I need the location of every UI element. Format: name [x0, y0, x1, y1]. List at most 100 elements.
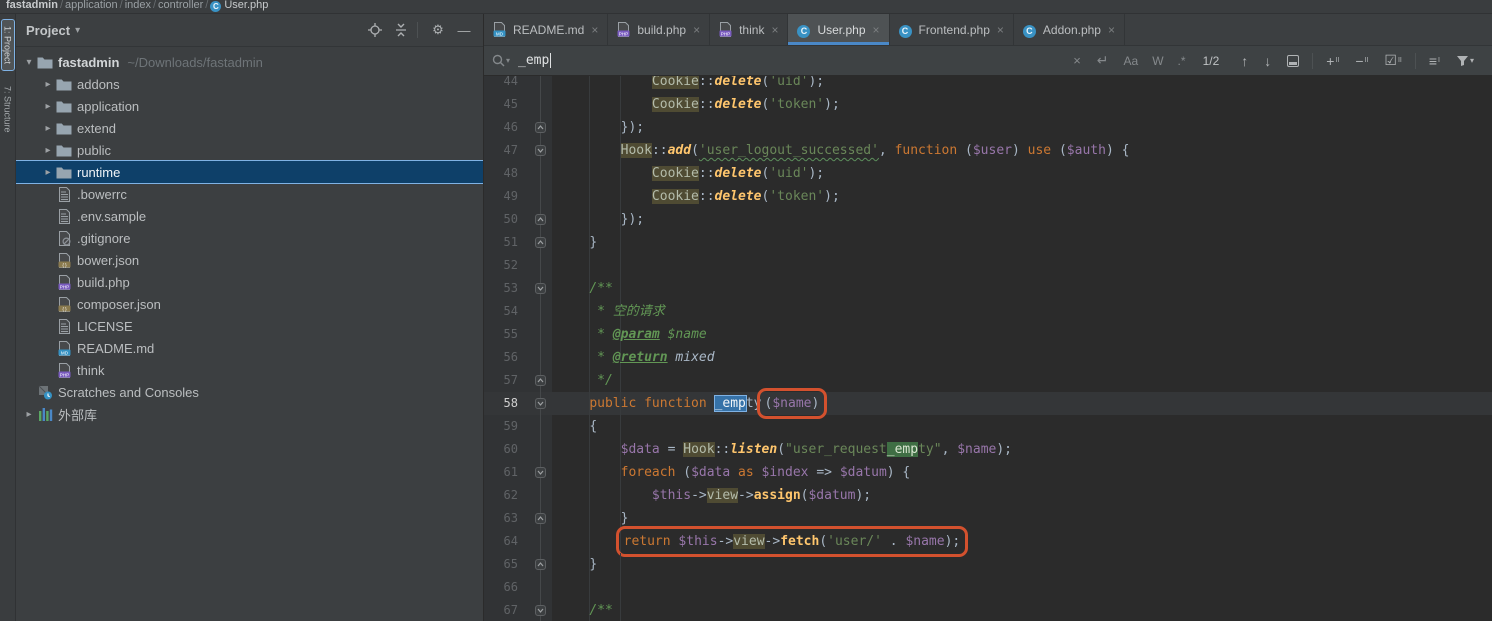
tree-item--bowerrc[interactable]: .bowerrc — [16, 183, 483, 205]
tree-item-application[interactable]: ▸application — [16, 95, 483, 117]
svg-text:PHP: PHP — [721, 31, 730, 36]
tree-item-addons[interactable]: ▸addons — [16, 73, 483, 95]
previous-match-button[interactable]: ↑ — [1241, 53, 1248, 69]
select-occurrences-button[interactable]: ☑II — [1384, 52, 1401, 69]
regex-toggle[interactable]: .* — [1178, 54, 1186, 68]
code-line: 67 /** — [484, 599, 1492, 621]
fold-expand-icon[interactable] — [535, 145, 546, 156]
locate-file-button[interactable] — [364, 20, 386, 40]
tab-close-icon[interactable]: × — [1108, 23, 1115, 37]
tab-close-icon[interactable]: × — [873, 23, 880, 37]
tree-item--gitignore[interactable]: .gitignore — [16, 227, 483, 249]
chevron-right-icon[interactable]: ▸ — [41, 145, 55, 156]
fold-collapse-icon[interactable] — [535, 214, 546, 225]
search-history-caret-icon[interactable]: ▾ — [506, 56, 510, 65]
tree-item-runtime[interactable]: ▸runtime — [16, 161, 483, 183]
fold-gutter[interactable] — [528, 507, 552, 530]
tab-build-php[interactable]: PHPbuild.php× — [608, 14, 710, 45]
tree-item-fastadmin[interactable]: ▾fastadmin~/Downloads/fastadmin — [16, 51, 483, 73]
tree-item-build-php[interactable]: PHPbuild.php — [16, 271, 483, 293]
tree-item-label: bower.json — [77, 253, 139, 268]
tab-addon-php[interactable]: CAddon.php× — [1014, 14, 1125, 45]
fold-gutter[interactable] — [528, 369, 552, 392]
chevron-right-icon[interactable]: ▸ — [41, 101, 55, 112]
hide-panel-button[interactable]: — — [453, 20, 475, 40]
tab-close-icon[interactable]: × — [693, 23, 700, 37]
filter-search-results-button[interactable]: ▾ — [1456, 55, 1474, 67]
breadcrumb-item[interactable]: controller — [158, 0, 203, 11]
code-line: 57 */ — [484, 369, 1492, 392]
breadcrumb-item[interactable]: application — [65, 0, 118, 11]
fold-gutter[interactable] — [528, 599, 552, 621]
stripe-item-1-project[interactable]: 1: Project — [2, 20, 14, 70]
clear-search-icon[interactable]: × — [1073, 53, 1081, 68]
stripe-item-7-structure[interactable]: 7: Structure — [2, 80, 14, 139]
fold-gutter[interactable] — [528, 116, 552, 139]
fold-gutter[interactable] — [528, 139, 552, 162]
code-editor[interactable]: 44 Cookie::delete('uid');45 Cookie::dele… — [484, 76, 1492, 621]
tree-item--[interactable]: ▸外部库 — [16, 403, 483, 425]
tab-label: README.md — [513, 23, 584, 37]
breadcrumb-item[interactable]: fastadmin — [6, 0, 58, 11]
tree-item-license[interactable]: LICENSE — [16, 315, 483, 337]
fold-expand-icon[interactable] — [535, 283, 546, 294]
code-line: 44 Cookie::delete('uid'); — [484, 76, 1492, 93]
fold-collapse-icon[interactable] — [535, 559, 546, 570]
tab-close-icon[interactable]: × — [771, 23, 778, 37]
search-input[interactable]: _emp — [518, 53, 549, 68]
new-line-icon[interactable]: ↵ — [1097, 52, 1109, 69]
chevron-right-icon[interactable]: ▸ — [41, 167, 55, 178]
tree-item-think[interactable]: PHPthink — [16, 359, 483, 381]
tree-item-bower-json[interactable]: { }bower.json — [16, 249, 483, 271]
fold-gutter[interactable] — [528, 208, 552, 231]
fold-gutter[interactable] — [528, 231, 552, 254]
match-case-toggle[interactable]: Aa — [1124, 54, 1139, 68]
tab-close-icon[interactable]: × — [591, 23, 598, 37]
svg-text:MD: MD — [496, 31, 504, 36]
breadcrumb-item[interactable]: index — [125, 0, 151, 11]
remove-occurrence-button[interactable]: −II — [1355, 53, 1368, 69]
chevron-right-icon[interactable]: ▸ — [41, 123, 55, 134]
tree-item-public[interactable]: ▸public — [16, 139, 483, 161]
collapse-all-button[interactable] — [390, 20, 412, 40]
breadcrumb-item[interactable]: CUser.php — [210, 0, 268, 12]
tree-item-composer-json[interactable]: { }composer.json — [16, 293, 483, 315]
fold-collapse-icon[interactable] — [535, 375, 546, 386]
fold-collapse-icon[interactable] — [535, 122, 546, 133]
tree-item-label: .bowerrc — [77, 187, 127, 202]
fold-expand-icon[interactable] — [535, 467, 546, 478]
search-options-button[interactable]: ≡I — [1429, 53, 1440, 69]
fold-expand-icon[interactable] — [535, 398, 546, 409]
chevron-down-icon[interactable]: ▾ — [22, 57, 36, 68]
project-panel-title[interactable]: Project — [26, 23, 70, 38]
fold-gutter[interactable] — [528, 277, 552, 300]
fold-gutter — [528, 576, 552, 599]
search-icon[interactable]: ▾ — [492, 54, 510, 67]
code-text: $data = Hook::listen("user_request_empty… — [552, 438, 1492, 461]
tree-item-scratches-and-consoles[interactable]: Scratches and Consoles — [16, 381, 483, 403]
tree-item-extend[interactable]: ▸extend — [16, 117, 483, 139]
fold-collapse-icon[interactable] — [535, 237, 546, 248]
fold-expand-icon[interactable] — [535, 605, 546, 616]
fold-gutter — [528, 438, 552, 461]
fold-collapse-icon[interactable] — [535, 513, 546, 524]
next-match-button[interactable]: ↓ — [1264, 53, 1271, 69]
tab-think[interactable]: PHPthink× — [710, 14, 788, 45]
chevron-right-icon[interactable]: ▸ — [22, 409, 36, 420]
tab-close-icon[interactable]: × — [997, 23, 1004, 37]
add-occurrence-button[interactable]: +II — [1326, 53, 1339, 69]
fold-gutter[interactable] — [528, 392, 552, 415]
select-all-occurrences-button[interactable] — [1287, 55, 1299, 67]
tab-frontend-php[interactable]: CFrontend.php× — [890, 14, 1014, 45]
tab-readme-md[interactable]: MD README.md × — [484, 14, 608, 45]
tab-user-php[interactable]: CUser.php× — [788, 14, 889, 45]
tree-item-readme-md[interactable]: MDREADME.md — [16, 337, 483, 359]
fold-gutter[interactable] — [528, 461, 552, 484]
chevron-down-icon[interactable]: ▾ — [75, 25, 80, 36]
chevron-right-icon[interactable]: ▸ — [41, 79, 55, 90]
whole-words-toggle[interactable]: W — [1152, 54, 1163, 68]
tree-item--env-sample[interactable]: .env.sample — [16, 205, 483, 227]
fold-gutter[interactable] — [528, 553, 552, 576]
gear-icon[interactable]: ⚙ — [427, 20, 449, 40]
md-icon: MD — [55, 341, 73, 356]
